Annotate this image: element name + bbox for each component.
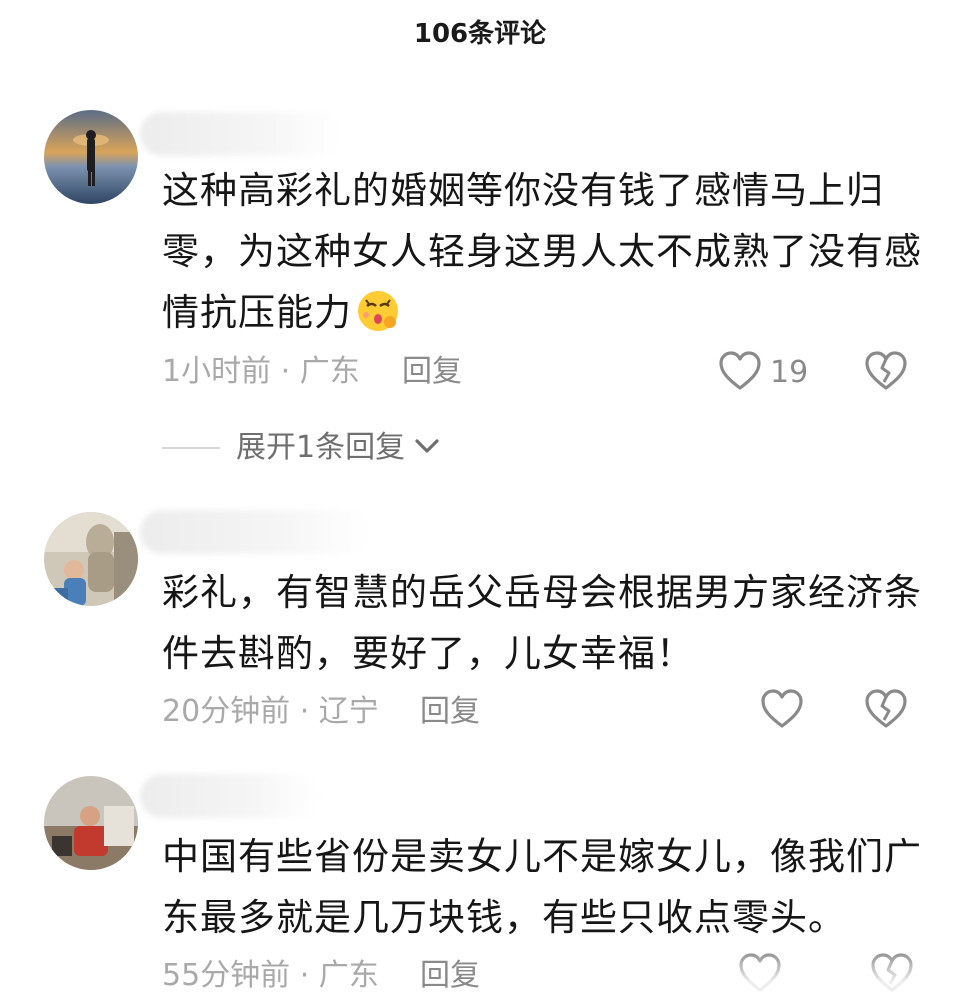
comment-text: 这种高彩礼的婚姻等你没有钱了感情马上归零，为这种女人轻身这男人太不成熟了没有感情… <box>162 160 922 351</box>
avatar[interactable] <box>44 776 138 870</box>
username[interactable] <box>140 774 320 818</box>
divider <box>162 447 220 449</box>
broken-heart-icon <box>864 689 908 734</box>
username[interactable] <box>140 510 370 554</box>
username[interactable] <box>140 112 340 156</box>
like-button[interactable]: 19 <box>718 350 808 396</box>
like-button[interactable] <box>760 688 804 734</box>
reply-button[interactable]: 回复 <box>420 956 480 996</box>
comment-text: 中国有些省份是卖女儿不是嫁女儿，像我们广东最多就是几万块钱，有些只收点零头。 <box>162 835 922 939</box>
watermark-overlay <box>720 950 960 1003</box>
expand-replies-button[interactable]: 展开1条回复 <box>162 428 441 468</box>
comments-count-title: 106条评论 <box>413 19 547 49</box>
chevron-down-icon <box>413 436 441 460</box>
heart-outline-icon <box>718 350 762 396</box>
comment-time-location: 20分钟前 · 辽宁 <box>162 694 379 729</box>
comment-text: 彩礼，有智慧的岳父岳母会根据男方家经济条件去斟酌，要好了，儿女幸福！ <box>162 571 922 675</box>
comment-time-location: 1小时前 · 广东 <box>162 354 360 389</box>
dislike-button[interactable] <box>864 350 908 396</box>
expand-replies-label: 展开1条回复 <box>236 430 406 465</box>
avatar[interactable] <box>44 110 138 204</box>
broken-heart-icon <box>864 351 908 396</box>
avatar[interactable] <box>44 512 138 606</box>
like-count: 19 <box>770 355 809 390</box>
dislike-button[interactable] <box>864 688 908 734</box>
comment-time-location: 55分钟前 · 广东 <box>162 958 379 993</box>
reply-button[interactable]: 回复 <box>402 352 462 392</box>
heart-outline-icon <box>760 688 804 734</box>
pleading-face-emoji <box>356 289 400 351</box>
reply-button[interactable]: 回复 <box>420 692 480 732</box>
